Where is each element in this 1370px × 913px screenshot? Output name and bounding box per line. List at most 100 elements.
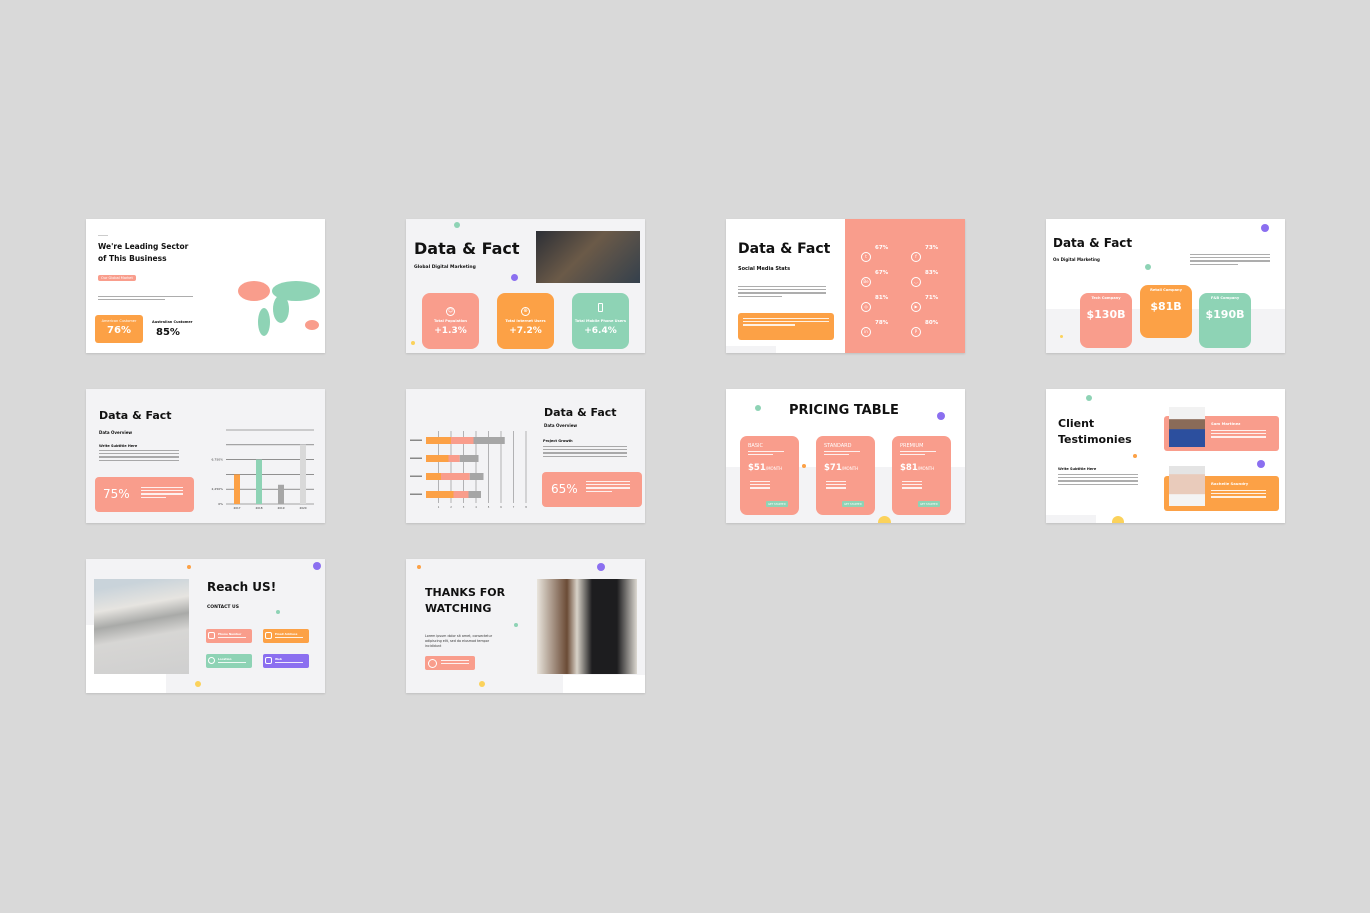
contact-label: Email Address <box>275 632 298 636</box>
slide-title: PRICING TABLE <box>789 403 899 418</box>
stat-description <box>141 487 183 500</box>
bar-segment <box>426 473 441 480</box>
value-card: F&B Company $190B <box>1199 293 1251 348</box>
slide-leading-sector[interactable]: We're Leading Sector of This Business Our… <box>86 219 325 353</box>
map-eurasia <box>272 281 320 301</box>
stat-description <box>586 481 630 494</box>
decor-dot <box>276 610 280 614</box>
bar-segment <box>459 455 479 462</box>
slide-subtitle: CONTACT US <box>207 605 239 610</box>
contact-item[interactable]: Email Address <box>263 629 309 643</box>
plan-name: STANDARD <box>824 443 852 449</box>
card-label: Retail Company <box>1150 288 1182 292</box>
stat-value: 80% <box>925 320 939 326</box>
woman-photo <box>537 579 637 674</box>
stat-value: 81% <box>875 295 889 301</box>
bar-segment <box>468 491 481 498</box>
decor-dot <box>802 464 806 468</box>
decor-dot <box>1145 264 1151 270</box>
value-card: Tech Company $130B <box>1080 293 1132 348</box>
decor-dot <box>479 681 485 687</box>
feature-list <box>902 481 922 491</box>
plan-period: /MONTH <box>765 466 783 471</box>
youtube-icon: ▶ <box>911 302 921 312</box>
contact-button[interactable] <box>425 656 475 670</box>
get-started-button[interactable]: GET STARTED <box>842 501 864 507</box>
stat-value: 67% <box>875 270 889 276</box>
plan-description <box>900 451 936 457</box>
stat-card: Total Mobile Phone Users +6.4% <box>572 293 629 349</box>
slide-client-testimonies[interactable]: Client Testimonies Write Subtitle Here Sa… <box>1046 389 1285 523</box>
office-photo <box>536 231 640 283</box>
plan-period: /MONTH <box>917 466 935 471</box>
plan-name: BASIC <box>748 443 763 449</box>
facebook-icon: f <box>911 252 921 262</box>
paragraph <box>1058 474 1138 487</box>
slide-title: THANKS FOR WATCHING <box>425 585 505 617</box>
title-line: Testimonies <box>1058 433 1132 446</box>
slide-subtitle: On Digital Marketing <box>1053 257 1100 262</box>
slide-social-media-stats[interactable]: Data & Fact Social Media Stats t 67% f 73% B… <box>726 219 965 353</box>
social-stat: ◎ 81% <box>861 293 888 312</box>
slide-global-digital-marketing[interactable]: Data & Fact Global Digital Marketing ☺ To… <box>406 219 645 353</box>
contact-item[interactable]: Web <box>263 654 309 668</box>
bar <box>234 474 240 504</box>
social-stat: ◡ 83% <box>911 268 938 287</box>
decor-dot <box>597 563 605 571</box>
decor-dot <box>454 222 460 228</box>
pricing-card: BASIC $51/MONTH GET STARTED <box>740 436 799 515</box>
title-line: Client <box>1058 417 1095 430</box>
paragraph-heading: Project Growth <box>543 439 573 443</box>
get-started-button[interactable]: GET STARTED <box>918 501 940 507</box>
x-tick-label: 5 <box>488 505 490 509</box>
bar-segment <box>473 437 505 444</box>
behance-icon: Be <box>861 277 871 287</box>
web-icon <box>265 657 272 664</box>
stat-value: 85% <box>156 327 180 338</box>
slide-title: Data & Fact <box>1053 236 1133 250</box>
stat-value: 71% <box>925 295 939 301</box>
map-south-america <box>258 308 270 336</box>
social-stat: Be 67% <box>861 268 888 287</box>
bar-segment <box>426 437 451 444</box>
stat-value: 73% <box>925 245 939 251</box>
world-map <box>238 281 320 336</box>
x-tick-label: 2019 <box>277 506 284 510</box>
slide-title: Reach US! <box>207 580 277 594</box>
title-line: We're Leading Sector <box>98 242 189 251</box>
decor-dot <box>1257 460 1265 468</box>
slide-subtitle: Social Media Stats <box>738 266 791 272</box>
slide-thanks-for-watching[interactable]: THANKS FOR WATCHING Lorem ipsum dolor sit… <box>406 559 645 693</box>
y-tick-label: 0% <box>218 502 223 506</box>
bar-chart: 0% 2,250% 6,750% 2017 2018 2019 2020 <box>212 429 314 510</box>
get-started-button[interactable]: GET STARTED <box>766 501 788 507</box>
plan-name: PREMIUM <box>900 443 924 449</box>
phone-icon <box>208 632 215 639</box>
stat-value: 76% <box>107 325 131 336</box>
pricing-card: STANDARD $71/MONTH GET STARTED <box>816 436 875 515</box>
y-tick-label: 6,750% <box>212 458 224 462</box>
card-label: F&B Company <box>1210 296 1240 300</box>
slide-reach-us[interactable]: Reach US! CONTACT US Phone Number Email A… <box>86 559 325 693</box>
stat-box: 65% <box>542 472 642 507</box>
slide-data-overview-bars[interactable]: Data & Fact Data Overview Write Subtitle… <box>86 389 325 523</box>
contact-item[interactable]: Phone Number <box>206 629 252 643</box>
contact-item[interactable]: Location <box>206 654 252 668</box>
slide-project-growth[interactable]: 1 2 3 4 5 6 7 8 Data & Fact Data Overview Proje… <box>406 389 645 523</box>
stat-value: 78% <box>875 320 889 326</box>
value-card: Retail Company $81B <box>1140 285 1192 338</box>
bar-segment <box>453 491 469 498</box>
stat-label: American Customer <box>101 319 137 323</box>
card-value: $81B <box>1150 300 1182 313</box>
slide-digital-marketing-values[interactable]: Data & Fact On Digital Marketing Tech Co… <box>1046 219 1285 353</box>
decor-dot <box>1112 516 1124 523</box>
paragraph <box>1190 254 1270 267</box>
stat-value: 83% <box>925 270 939 276</box>
y-tick-label: 2,250% <box>212 487 224 491</box>
plan-price: $51 <box>748 463 766 473</box>
bar-segment <box>426 455 449 462</box>
stat-value: 67% <box>875 245 889 251</box>
bar-segment <box>469 473 484 480</box>
bar <box>278 484 284 504</box>
slide-pricing-table[interactable]: PRICING TABLE BASIC $51/MONTH GET STARTED S… <box>726 389 965 523</box>
